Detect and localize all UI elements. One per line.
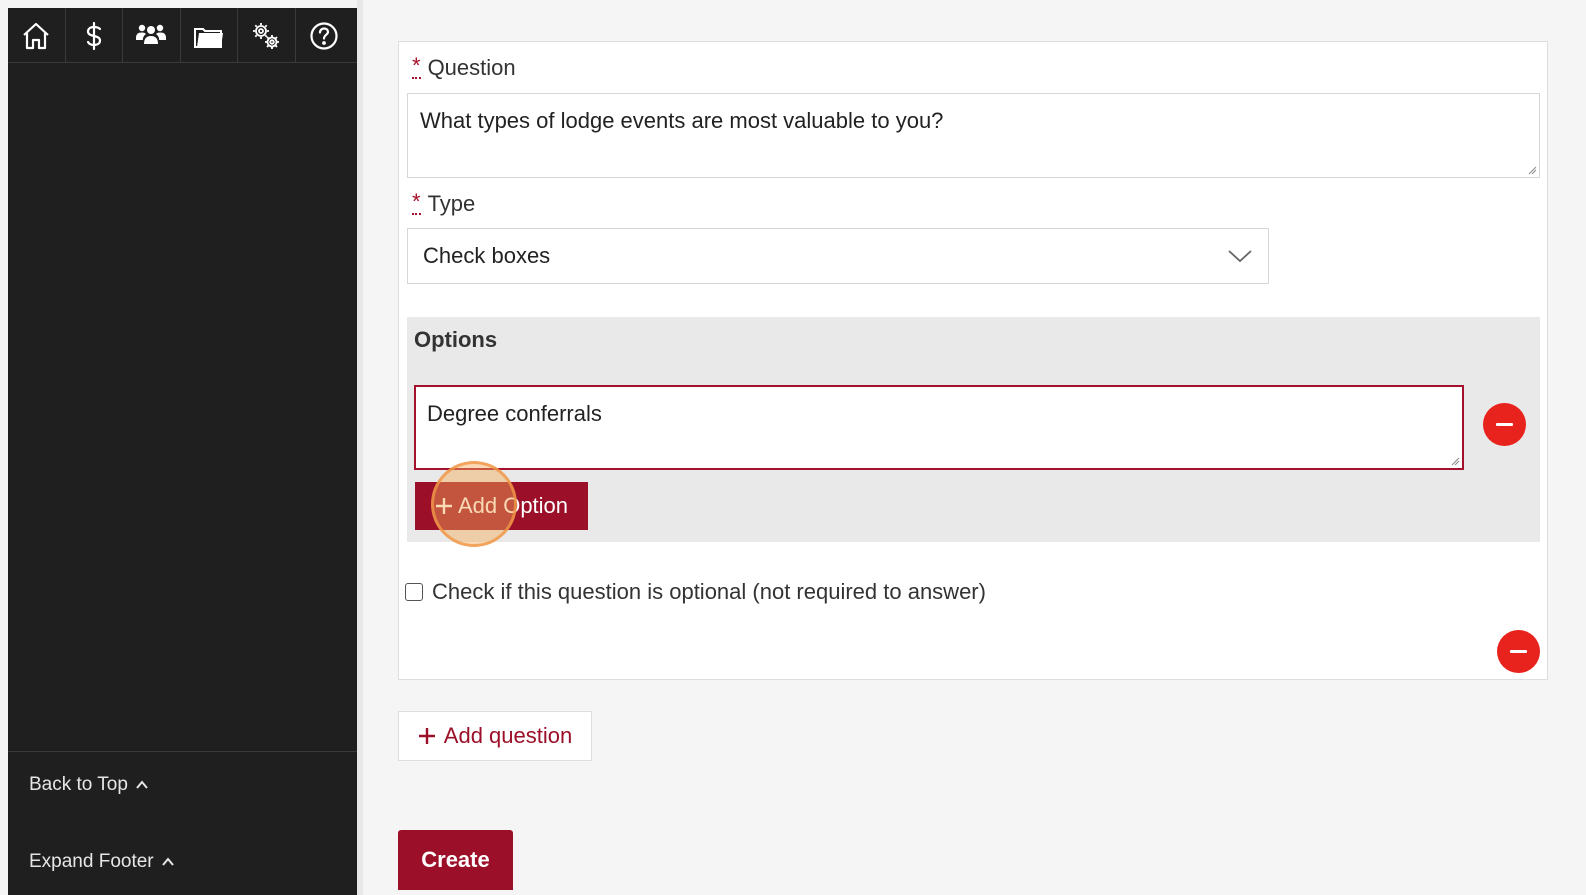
- question-input-value: What types of lodge events are most valu…: [420, 108, 944, 133]
- question-label-text: Question: [427, 55, 516, 80]
- dollar-icon: [86, 21, 101, 50]
- optional-checkbox[interactable]: [405, 583, 423, 601]
- people-icon: [136, 24, 167, 44]
- remove-option-button[interactable]: [1483, 403, 1526, 446]
- required-marker: *: [412, 53, 421, 79]
- nav-home-button[interactable]: [8, 8, 66, 63]
- type-label: * Type: [412, 191, 475, 217]
- type-select[interactable]: Check boxes: [407, 228, 1269, 284]
- question-input[interactable]: What types of lodge events are most valu…: [407, 93, 1540, 178]
- sidebar-top-nav: [8, 8, 357, 63]
- optional-checkbox-label[interactable]: Check if this question is optional (not …: [432, 579, 986, 605]
- expand-footer-link[interactable]: Expand Footer: [29, 851, 176, 873]
- settings-icon: [253, 22, 280, 49]
- nav-documents-button[interactable]: [181, 8, 238, 63]
- create-label: Create: [421, 847, 490, 872]
- add-question-label: Add question: [443, 723, 573, 748]
- nav-members-button[interactable]: [123, 8, 181, 63]
- back-to-top-link[interactable]: Back to Top: [29, 774, 150, 796]
- add-question-button[interactable]: Add question: [398, 711, 592, 761]
- chevron-up-icon: [161, 857, 174, 866]
- plus-icon: [418, 728, 435, 744]
- minus-icon: [1496, 423, 1513, 426]
- expand-footer-label: Expand Footer: [29, 851, 154, 872]
- nav-finance-button[interactable]: [66, 8, 123, 63]
- chevron-down-icon: [1228, 250, 1252, 263]
- required-marker: *: [412, 189, 421, 215]
- options-title: Options: [414, 327, 498, 352]
- option-input[interactable]: Degree conferrals: [414, 385, 1464, 470]
- sidebar-edge: [357, 0, 363, 895]
- back-to-top-label: Back to Top: [29, 774, 128, 795]
- minus-icon: [1510, 650, 1527, 653]
- sidebar: Back to Top Expand Footer: [8, 8, 357, 895]
- add-option-label: Add Option: [457, 493, 569, 518]
- resize-grip-icon[interactable]: [1450, 456, 1460, 466]
- sidebar-footer: Back to Top Expand Footer: [8, 751, 357, 872]
- create-button[interactable]: Create: [398, 830, 513, 890]
- type-label-text: Type: [427, 191, 476, 216]
- nav-help-button[interactable]: [296, 8, 354, 63]
- top-margin: [0, 0, 1586, 8]
- optional-row: Check if this question is optional (not …: [405, 579, 986, 605]
- home-icon: [23, 22, 49, 49]
- question-card: * Question What types of lodge events ar…: [398, 41, 1548, 680]
- resize-grip-icon[interactable]: [1527, 165, 1537, 175]
- type-select-value: Check boxes: [423, 243, 551, 268]
- option-input-value: Degree conferrals: [427, 401, 602, 426]
- chevron-up-icon: [136, 780, 148, 789]
- plus-icon: [435, 498, 452, 514]
- remove-question-button[interactable]: [1497, 630, 1540, 673]
- options-panel: Options Degree conferrals Add Option: [407, 317, 1540, 542]
- nav-settings-button[interactable]: [238, 8, 296, 63]
- folder-icon: [193, 27, 223, 48]
- add-option-button[interactable]: Add Option: [415, 482, 588, 530]
- help-icon: [310, 21, 338, 50]
- question-label: * Question: [412, 55, 516, 81]
